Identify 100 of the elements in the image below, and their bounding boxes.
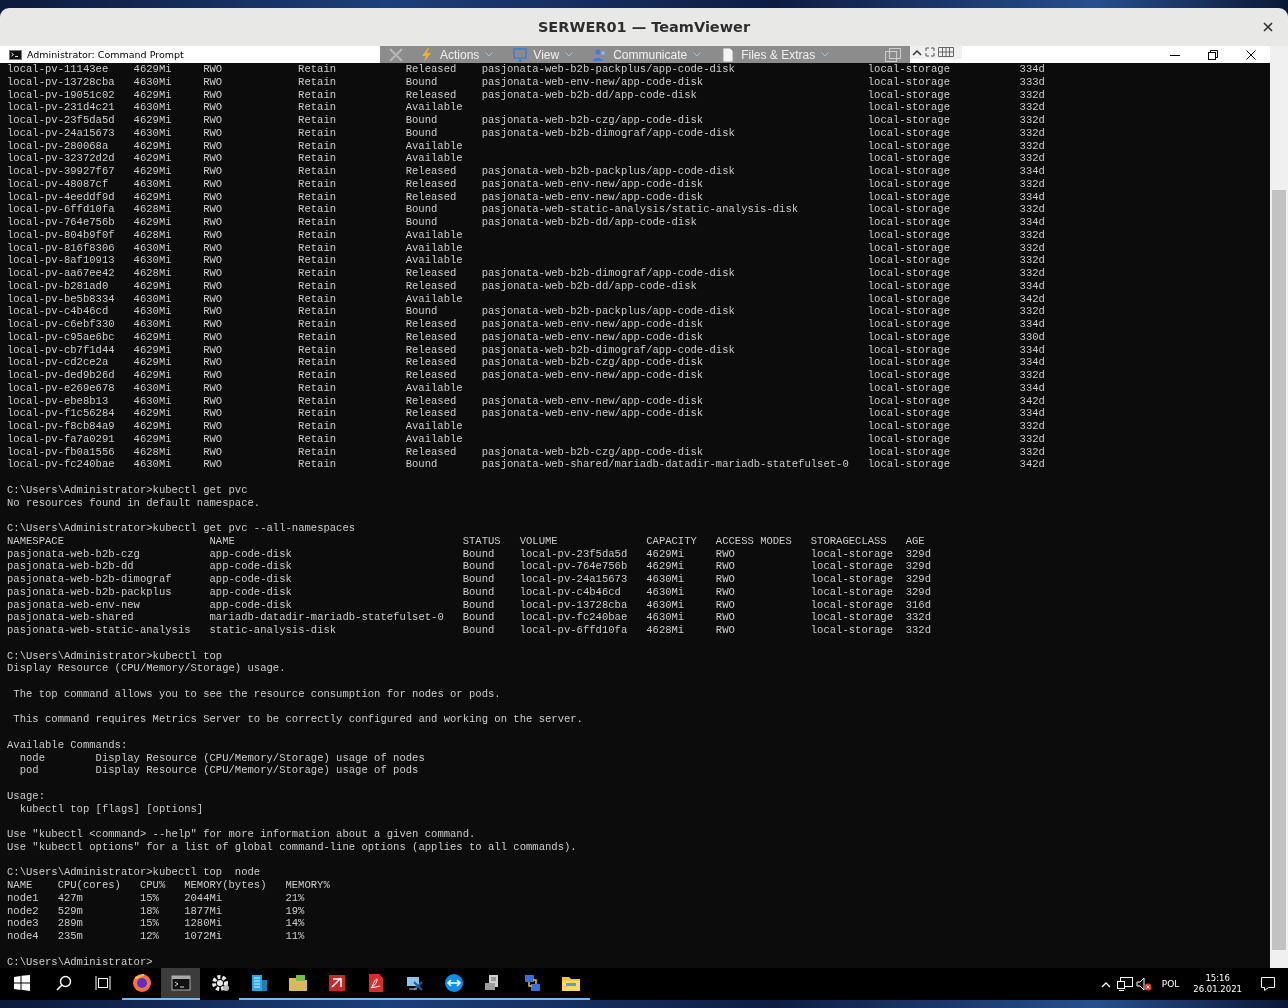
- table-cell: RWO: [203, 88, 223, 101]
- table-cell: Released: [405, 369, 457, 381]
- table-cell: local-storage: [867, 330, 950, 343]
- table-cell: local-storage: [810, 573, 894, 585]
- table-cell: local-storage: [867, 279, 950, 292]
- table-cell: 332d: [1019, 241, 1045, 254]
- menu-button[interactable]: Files & Extras: [717, 46, 834, 63]
- menu-button[interactable]: Communicate: [589, 46, 706, 63]
- table-cell: local-pv-6ffd10fa: [519, 624, 628, 636]
- restore-icon: [1208, 49, 1218, 60]
- table-cell: Released: [405, 407, 457, 420]
- table-cell: 4629Mi: [646, 560, 685, 573]
- table-cell: local-pv-b281ad0: [7, 279, 109, 292]
- table-cell: RWO: [203, 458, 223, 471]
- table-cell: 4629Mi: [133, 432, 172, 445]
- table-cell: local-storage: [867, 126, 950, 139]
- table-cell: Retain: [298, 152, 337, 165]
- table-cell: RWO: [203, 152, 223, 165]
- table-cell: node3: [7, 917, 39, 930]
- table-cell: 332d: [1019, 267, 1045, 279]
- table-cell: Retain: [298, 165, 337, 177]
- table-cell: local-pv-f1c56284: [7, 407, 115, 420]
- table-cell: RWO: [715, 611, 735, 624]
- table-cell: Retain: [298, 330, 337, 343]
- table-cell: static-analysis-disk: [209, 624, 337, 636]
- table-cell: 332d: [1019, 152, 1045, 165]
- table-cell: RWO: [203, 381, 223, 394]
- table-cell: 332d: [1019, 228, 1045, 241]
- table-cell: Retain: [298, 432, 337, 445]
- table-cell: local-pv-aa67ee42: [7, 267, 115, 279]
- table-cell: 329d: [905, 547, 931, 560]
- table-cell: app-code-disk: [209, 573, 292, 585]
- table-cell: RWO: [203, 267, 223, 279]
- table-cell: 21%: [285, 891, 305, 904]
- caret-icon: [485, 52, 494, 57]
- table-cell: local-pv-39927f67: [7, 165, 115, 177]
- table-cell: local-pv-24a15673: [519, 573, 628, 585]
- menu-button[interactable]: View: [509, 46, 578, 63]
- table-cell: pasjonata-web-b2b-dd/app-code-disk: [481, 216, 697, 228]
- clock-time: 15:16: [1205, 973, 1230, 984]
- table-cell: local-storage: [867, 407, 950, 420]
- table-cell: 332d: [1019, 420, 1045, 432]
- table-cell: 4629Mi: [133, 216, 172, 228]
- table-cell: 332d: [1019, 139, 1045, 152]
- table-cell: 4630Mi: [133, 292, 172, 305]
- table-cell: local-pv-280068a: [7, 139, 109, 152]
- language-indicator[interactable]: POL: [1153, 968, 1188, 1000]
- table-cell: local-pv-764e756b: [519, 560, 628, 573]
- column-header: ACCESS MODES: [715, 534, 792, 547]
- gear-icon: [209, 973, 230, 993]
- table-cell: 334d: [1019, 165, 1045, 177]
- table-cell: Retain: [298, 101, 337, 114]
- table-cell: RWO: [203, 126, 223, 139]
- table-cell: 15%: [139, 917, 159, 930]
- table-cell: RWO: [203, 216, 223, 228]
- table-cell: local-storage: [867, 458, 950, 471]
- scrollbar[interactable]: [1270, 46, 1288, 968]
- table-cell: RWO: [715, 598, 735, 611]
- table-cell: 4628Mi: [133, 203, 172, 216]
- table-cell: 4629Mi: [133, 114, 172, 126]
- table-cell: pasjonata-web-env-new/app-code-disk: [481, 330, 704, 343]
- table-cell: 4628Mi: [646, 624, 685, 636]
- table-cell: Retain: [298, 114, 337, 126]
- scrollbar-thumb[interactable]: [1272, 190, 1286, 950]
- table-cell: local-pv-cd2ce2a: [7, 356, 109, 369]
- table-cell: 4629Mi: [133, 356, 172, 369]
- taskbar-button[interactable]: [161, 968, 200, 1000]
- table-cell: Bound: [462, 585, 495, 598]
- table-cell: RWO: [203, 318, 223, 330]
- clock[interactable]: 15:16 26.01.2021: [1187, 968, 1248, 1000]
- table-cell: local-storage: [867, 292, 950, 305]
- menu-button[interactable]: Actions: [416, 46, 498, 63]
- window-title: Administrator: Command Prompt: [27, 49, 184, 60]
- column-header: NAME: [7, 879, 33, 891]
- table-cell: Retain: [298, 228, 337, 241]
- table-cell: local-pv-13728cba: [519, 598, 628, 611]
- table-cell: Available: [405, 292, 463, 305]
- table-cell: 4630Mi: [133, 126, 172, 139]
- table-cell: 529m: [57, 904, 83, 917]
- grid-button[interactable]: [938, 46, 954, 58]
- table-cell: 332d: [1019, 114, 1045, 126]
- table-cell: 11%: [285, 930, 305, 942]
- table-cell: RWO: [203, 165, 223, 177]
- table-cell: RWO: [203, 254, 223, 267]
- terminal-icon: [170, 973, 191, 993]
- table-cell: 14%: [285, 917, 305, 930]
- table-cell: 332d: [1019, 369, 1045, 381]
- table-cell: local-pv-804b9f0f: [7, 228, 115, 241]
- table-cell: Bound: [462, 624, 495, 636]
- table-cell: Retain: [298, 458, 337, 471]
- console-line: node Display Resource (CPU/Memory/Storage) usage of nodes: [18, 751, 425, 765]
- table-cell: 342d: [1019, 458, 1045, 471]
- table-cell: RWO: [203, 101, 223, 114]
- table-cell: RWO: [203, 190, 223, 203]
- fullscreen-button[interactable]: [925, 46, 935, 58]
- table-cell: RWO: [203, 241, 223, 254]
- table-cell: Retain: [298, 216, 337, 228]
- table-cell: Retain: [298, 292, 337, 305]
- table-cell: 4628Mi: [133, 267, 172, 279]
- table-cell: pasjonata-web-b2b-czg/app-code-disk: [481, 114, 704, 126]
